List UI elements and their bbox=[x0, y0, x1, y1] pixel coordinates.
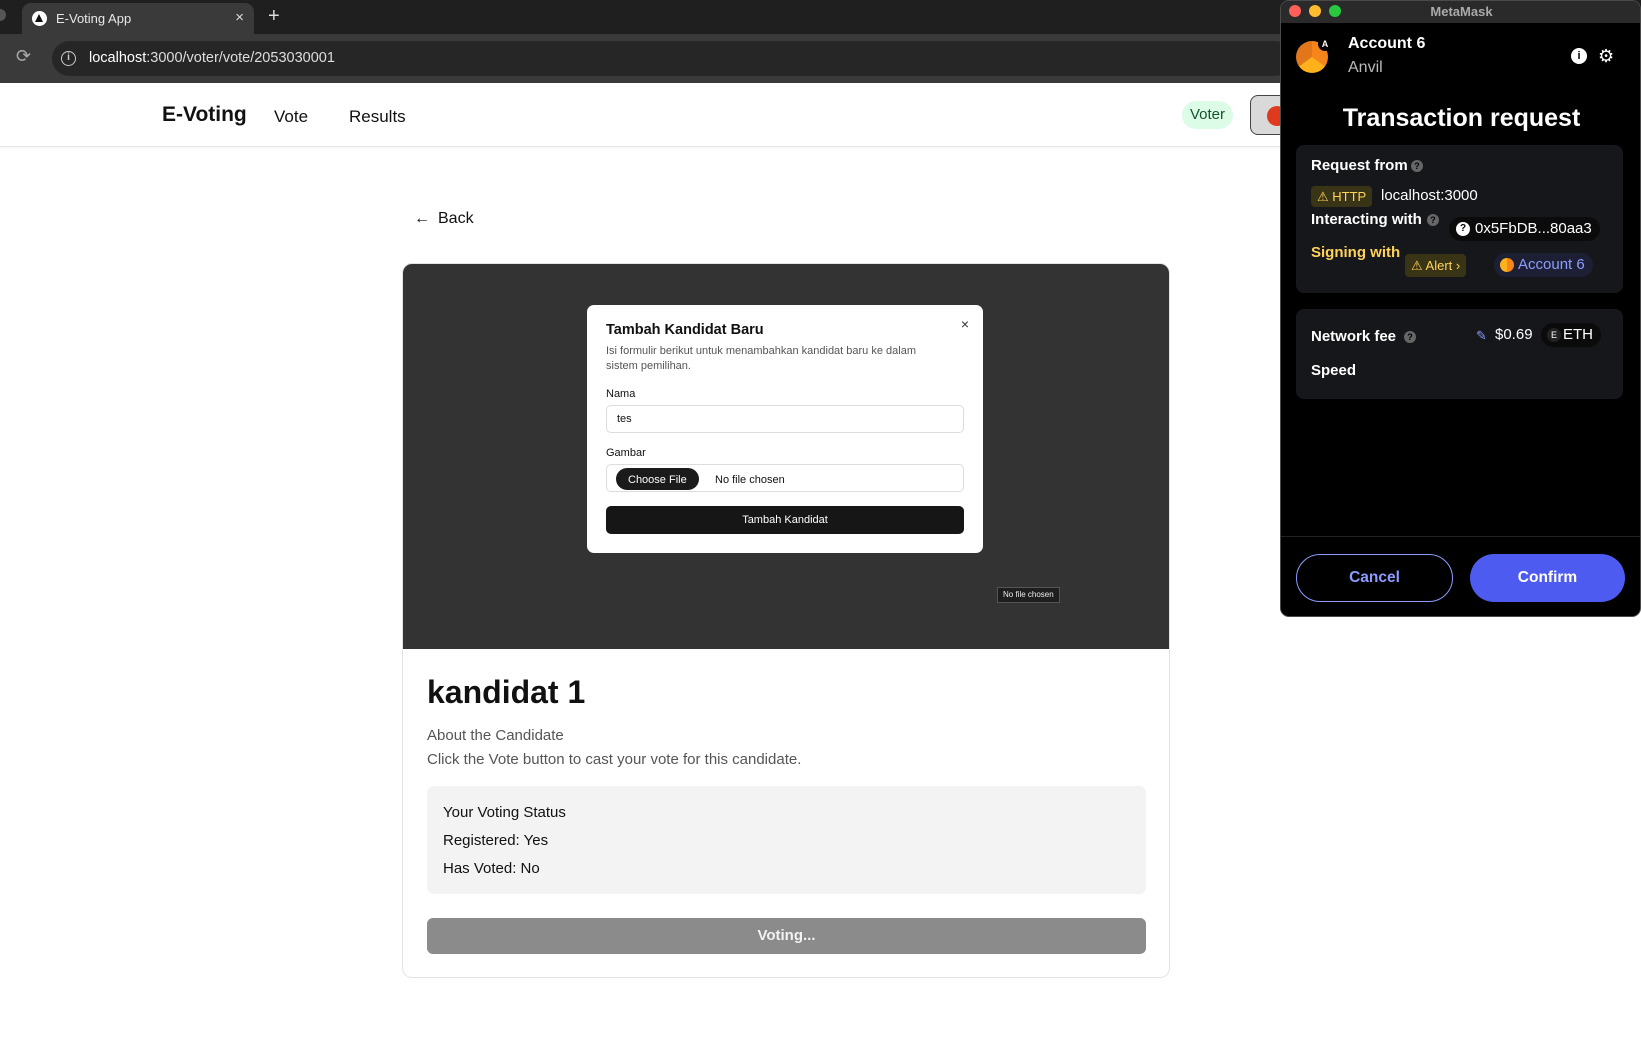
signing-with-label: Signing with bbox=[1311, 244, 1401, 261]
candidate-card: Tambah Kandidat Baru × Isi formulir beri… bbox=[402, 263, 1170, 978]
modal-title: Tambah Kandidat Baru bbox=[606, 322, 764, 338]
new-tab-button[interactable]: + bbox=[268, 4, 280, 28]
file-tooltip: No file chosen bbox=[997, 587, 1060, 603]
edit-fee-icon[interactable]: ✎ bbox=[1476, 328, 1487, 344]
metamask-footer: Cancel Confirm bbox=[1281, 536, 1640, 616]
address-bar[interactable]: i localhost:3000/voter/vote/2053030001 bbox=[52, 41, 1292, 76]
fee-currency: ETH bbox=[1563, 326, 1593, 343]
metamask-window: MetaMask A Account 6 Anvil i ⚙ Transacti… bbox=[1280, 0, 1641, 617]
file-field: Choose File No file chosen bbox=[606, 464, 964, 492]
signing-account-pill[interactable]: Account 6 bbox=[1494, 253, 1593, 277]
status-registered: Registered: Yes bbox=[443, 832, 549, 849]
voting-status-box: Your Voting Status Registered: Yes Has V… bbox=[427, 786, 1146, 894]
cancel-button[interactable]: Cancel bbox=[1296, 554, 1453, 602]
network-fee-box: Network fee ? ✎ $0.69 E ETH Speed bbox=[1296, 309, 1623, 399]
role-badge: Voter bbox=[1182, 101, 1234, 129]
confirm-button[interactable]: Confirm bbox=[1470, 554, 1625, 602]
tab-title: E-Voting App bbox=[56, 11, 132, 26]
interacting-with-label: Interacting with bbox=[1311, 211, 1422, 228]
help-icon[interactable]: ? bbox=[1411, 160, 1423, 172]
reload-icon[interactable]: ⟳ bbox=[16, 46, 31, 67]
signing-account: Account 6 bbox=[1518, 256, 1585, 273]
transaction-heading: Transaction request bbox=[1342, 104, 1581, 132]
unknown-contract-icon: ? bbox=[1456, 222, 1470, 236]
close-icon: × bbox=[960, 316, 969, 332]
settings-sliders-icon[interactable]: ⚙ bbox=[1598, 46, 1614, 67]
info-icon[interactable]: i bbox=[1571, 48, 1587, 64]
name-field: tes bbox=[606, 405, 964, 433]
network-name: Anvil bbox=[1348, 59, 1383, 76]
contract-address: 0x5FbDB...80aa3 bbox=[1475, 220, 1592, 237]
status-title: Your Voting Status bbox=[443, 804, 566, 821]
modal-description: Isi formulir berikut untuk menambahkan k… bbox=[606, 345, 916, 372]
nav-link-vote[interactable]: Vote bbox=[274, 107, 308, 127]
eth-token-icon: E bbox=[1547, 328, 1561, 342]
metamask-titlebar: MetaMask bbox=[1281, 1, 1640, 23]
status-has-voted: Has Voted: No bbox=[443, 860, 540, 877]
contract-address-pill[interactable]: ? 0x5FbDB...80aa3 bbox=[1449, 217, 1600, 241]
metamask-title: MetaMask bbox=[1430, 4, 1493, 19]
fee-value: $0.69 bbox=[1495, 326, 1533, 343]
url-path: :3000/voter/vote/2053030001 bbox=[146, 50, 335, 66]
nav-link-results[interactable]: Results bbox=[349, 107, 406, 127]
alert-button[interactable]: ⚠ Alert › bbox=[1405, 254, 1467, 277]
favicon-icon bbox=[32, 11, 47, 26]
request-origin: localhost:3000 bbox=[1381, 187, 1478, 204]
app-brand[interactable]: E-Voting bbox=[162, 103, 247, 127]
request-details-box: Request from ? ⚠ HTTP localhost:3000 Int… bbox=[1296, 145, 1623, 293]
image-label: Gambar bbox=[606, 447, 646, 459]
back-link[interactable]: ← Back bbox=[414, 210, 474, 228]
window-control-icon[interactable] bbox=[0, 9, 6, 21]
candidate-image: Tambah Kandidat Baru × Isi formulir beri… bbox=[403, 264, 1169, 649]
about-text: Click the Vote button to cast your vote … bbox=[427, 751, 802, 768]
http-warning-badge: ⚠ HTTP bbox=[1311, 186, 1373, 207]
help-icon[interactable]: ? bbox=[1427, 214, 1439, 226]
candidate-name: kandidat 1 bbox=[427, 674, 586, 710]
name-label: Nama bbox=[606, 388, 636, 400]
url-host: localhost bbox=[89, 50, 147, 66]
request-from-label: Request from bbox=[1311, 157, 1408, 174]
fee-currency-pill[interactable]: E ETH bbox=[1541, 323, 1601, 347]
choose-file-button: Choose File bbox=[616, 468, 699, 490]
account-avatar-icon bbox=[1500, 258, 1514, 272]
about-heading: About the Candidate bbox=[427, 727, 564, 744]
network-badge-icon: A bbox=[1318, 37, 1332, 51]
vote-button[interactable]: Voting... bbox=[427, 918, 1146, 954]
help-icon[interactable]: ? bbox=[1404, 331, 1416, 343]
network-fee-label: Network fee bbox=[1311, 328, 1397, 345]
back-label: Back bbox=[438, 210, 474, 227]
url-text[interactable]: localhost:3000/voter/vote/2053030001 bbox=[89, 50, 335, 66]
arrow-left-icon: ← bbox=[414, 210, 430, 227]
tab-close-icon[interactable]: × bbox=[235, 9, 244, 27]
site-info-icon[interactable]: i bbox=[61, 51, 76, 66]
speed-label: Speed bbox=[1311, 362, 1357, 379]
file-status: No file chosen bbox=[715, 474, 785, 486]
browser-tab[interactable]: E-Voting App × bbox=[22, 3, 254, 34]
screenshot-modal: Tambah Kandidat Baru × Isi formulir beri… bbox=[587, 305, 983, 553]
account-name: Account 6 bbox=[1348, 35, 1426, 52]
add-candidate-button: Tambah Kandidat bbox=[606, 506, 964, 534]
